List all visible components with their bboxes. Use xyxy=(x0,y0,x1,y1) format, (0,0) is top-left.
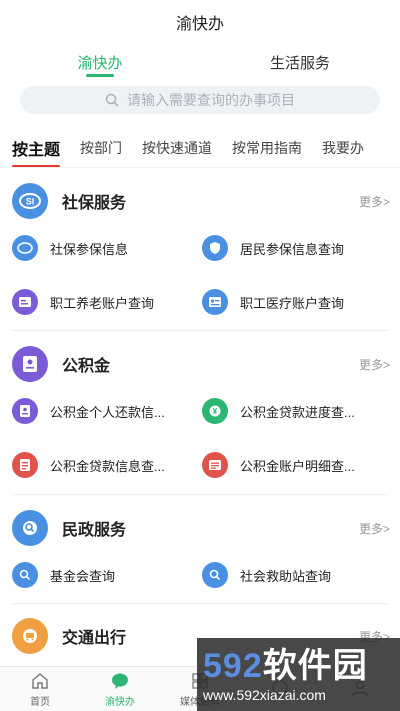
category-tab-label: 按部门 xyxy=(80,139,123,156)
app-title: 渝快办 xyxy=(175,16,224,33)
section-header-social-security: SI 社保服务 更多> xyxy=(12,181,390,221)
service-item[interactable]: 公积金个人还款信... xyxy=(12,393,192,429)
category-tab-fast-channel[interactable]: 按快速通道 xyxy=(142,128,213,167)
divider xyxy=(12,330,388,331)
watermark-number: 592 xyxy=(203,646,263,685)
person-card-icon xyxy=(12,398,38,424)
section-title: 公积金 xyxy=(62,358,111,375)
watermark-brand: 592软件园 xyxy=(203,647,400,685)
loan-info-icon xyxy=(12,452,38,478)
search-input[interactable]: 请输入需要查询的办事项目 xyxy=(20,86,380,114)
shield-icon xyxy=(202,235,228,261)
social-security-icon xyxy=(12,235,38,261)
nav-label: 首页 xyxy=(30,696,50,708)
service-item-label: 公积金贷款进度查... xyxy=(240,404,355,420)
service-item-label: 公积金个人还款信... xyxy=(50,404,165,420)
tab-life-services[interactable]: 生活服务 xyxy=(200,44,400,80)
tab-yukuaiban[interactable]: 渝快办 xyxy=(0,44,200,80)
divider xyxy=(12,494,388,495)
loan-progress-icon: ¥ xyxy=(202,398,228,424)
watermark: 592软件园 www.592xiazai.com xyxy=(197,638,400,711)
search-circle-icon xyxy=(12,562,38,588)
service-item-label: 基金会查询 xyxy=(50,568,116,584)
service-item-label: 公积金贷款信息查... xyxy=(50,458,165,474)
category-tab-todo[interactable]: 我要办 xyxy=(322,128,365,167)
search-placeholder: 请输入需要查询的办事项目 xyxy=(127,92,295,108)
service-item[interactable]: 居民参保信息查询 xyxy=(202,230,392,266)
section-title: 社保服务 xyxy=(62,195,127,212)
fund-icon xyxy=(12,346,48,382)
more-link[interactable]: 更多> xyxy=(359,356,390,373)
service-item-label: 社会救助站查询 xyxy=(240,568,332,584)
nav-home[interactable]: 首页 xyxy=(0,667,80,711)
search-icon xyxy=(105,93,119,107)
svg-text:SI: SI xyxy=(26,197,35,207)
more-link[interactable]: 更多> xyxy=(359,520,390,537)
id-card-icon xyxy=(202,289,228,315)
category-tab-label: 我要办 xyxy=(322,139,365,156)
section-title: 民政服务 xyxy=(62,522,127,539)
section-header-housing-fund: 公积金 更多> xyxy=(12,344,390,384)
service-item[interactable]: 职工养老账户查询 xyxy=(12,284,192,320)
tab-label: 渝快办 xyxy=(77,54,123,72)
nav-label: 渝快办 xyxy=(105,696,135,708)
category-tab-label: 按主题 xyxy=(12,141,61,159)
service-item[interactable]: ¥ 公积金贷款进度查... xyxy=(202,393,392,429)
tab-active-indicator xyxy=(86,74,114,77)
watermark-text: 软件园 xyxy=(262,646,368,685)
category-tab-theme[interactable]: 按主题 xyxy=(12,128,61,167)
service-item[interactable]: 公积金账户明细查... xyxy=(202,447,392,483)
svg-text:¥: ¥ xyxy=(213,407,218,416)
category-active-indicator xyxy=(12,164,61,167)
category-tab-guides[interactable]: 按常用指南 xyxy=(232,128,303,167)
service-item-label: 居民参保信息查询 xyxy=(240,241,345,257)
service-item-label: 职工养老账户查询 xyxy=(50,295,155,311)
nav-yukuaiban[interactable]: 渝快办 xyxy=(80,667,160,711)
home-icon xyxy=(32,672,48,689)
account-card-icon xyxy=(12,289,38,315)
search-circle-icon xyxy=(202,562,228,588)
category-tabs: 按主题 按部门 按快速通道 按常用指南 我要办 xyxy=(0,128,400,168)
service-item[interactable]: 基金会查询 xyxy=(12,557,192,593)
divider xyxy=(12,603,388,604)
category-tab-label: 按常用指南 xyxy=(232,139,303,156)
top-tabs: 渝快办 生活服务 xyxy=(0,44,400,80)
service-item[interactable]: 公积金贷款信息查... xyxy=(12,447,192,483)
transport-icon xyxy=(12,618,48,654)
more-link[interactable]: 更多> xyxy=(359,193,390,210)
category-tab-department[interactable]: 按部门 xyxy=(80,128,123,167)
service-item-label: 社保参保信息 xyxy=(50,241,129,257)
social-security-icon: SI xyxy=(12,183,48,219)
service-item[interactable]: 社会救助站查询 xyxy=(202,557,392,593)
category-tab-label: 按快速通道 xyxy=(142,139,213,156)
account-detail-icon xyxy=(202,452,228,478)
tab-label: 生活服务 xyxy=(269,54,330,72)
service-item-label: 职工医疗账户查询 xyxy=(240,295,345,311)
civil-affairs-icon xyxy=(12,510,48,546)
section-header-civil-affairs: 民政服务 更多> xyxy=(12,508,390,548)
service-item[interactable]: 职工医疗账户查询 xyxy=(202,284,392,320)
service-item[interactable]: 社保参保信息 xyxy=(12,230,192,266)
service-item-label: 公积金账户明细查... xyxy=(240,458,355,474)
chat-bubble-icon xyxy=(112,673,128,689)
watermark-url: www.592xiazai.com xyxy=(203,686,326,703)
